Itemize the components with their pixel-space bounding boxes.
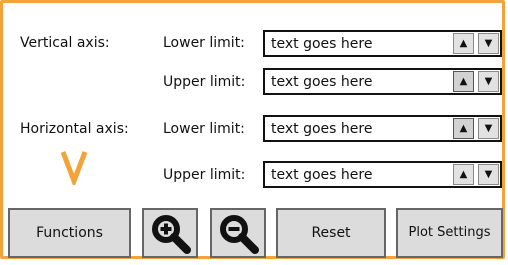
vertical-lower-up-arrow-button[interactable]: ▲	[453, 33, 474, 54]
horizontal-lower-limit-label: Lower limit:	[163, 121, 245, 137]
vertical-axis-label: Vertical axis:	[20, 35, 110, 51]
reset-button[interactable]: Reset	[276, 208, 386, 258]
horizontal-upper-up-arrow-button[interactable]: ▲	[453, 164, 474, 185]
functions-button[interactable]: Functions	[8, 208, 131, 258]
vertical-lower-limit-input[interactable]	[265, 32, 443, 55]
vertical-upper-limit-field[interactable]: ▲ ▼	[263, 68, 502, 95]
horizontal-upper-down-arrow-button[interactable]: ▼	[478, 164, 499, 185]
zoom-in-icon	[152, 215, 191, 254]
horizontal-axis-label: Horizontal axis:	[20, 121, 129, 137]
vertical-upper-down-arrow-button[interactable]: ▼	[478, 71, 499, 92]
horizontal-upper-limit-label: Upper limit:	[163, 167, 246, 183]
horizontal-upper-limit-field[interactable]: ▲ ▼	[263, 161, 502, 188]
horizontal-upper-limit-input[interactable]	[265, 163, 443, 186]
horizontal-lower-limit-input[interactable]	[265, 117, 443, 140]
vertical-lower-limit-field[interactable]: ▲ ▼	[263, 30, 502, 57]
zoom-in-button[interactable]	[142, 208, 198, 258]
cursor-marker-icon	[61, 151, 87, 185]
horizontal-lower-down-arrow-button[interactable]: ▼	[478, 118, 499, 139]
zoom-out-icon	[220, 215, 259, 254]
plot-settings-button[interactable]: Plot Settings	[396, 208, 503, 258]
vertical-upper-limit-label: Upper limit:	[163, 74, 246, 90]
horizontal-lower-limit-field[interactable]: ▲ ▼	[263, 115, 502, 142]
vertical-upper-up-arrow-button[interactable]: ▲	[453, 71, 474, 92]
vertical-upper-limit-input[interactable]	[265, 70, 443, 93]
horizontal-lower-up-arrow-button[interactable]: ▲	[453, 118, 474, 139]
vertical-lower-down-arrow-button[interactable]: ▼	[478, 33, 499, 54]
plot-axis-settings-panel: Vertical axis: Lower limit: ▲ ▼ Upper li…	[0, 0, 505, 259]
vertical-lower-limit-label: Lower limit:	[163, 35, 245, 51]
zoom-out-button[interactable]	[210, 208, 266, 258]
